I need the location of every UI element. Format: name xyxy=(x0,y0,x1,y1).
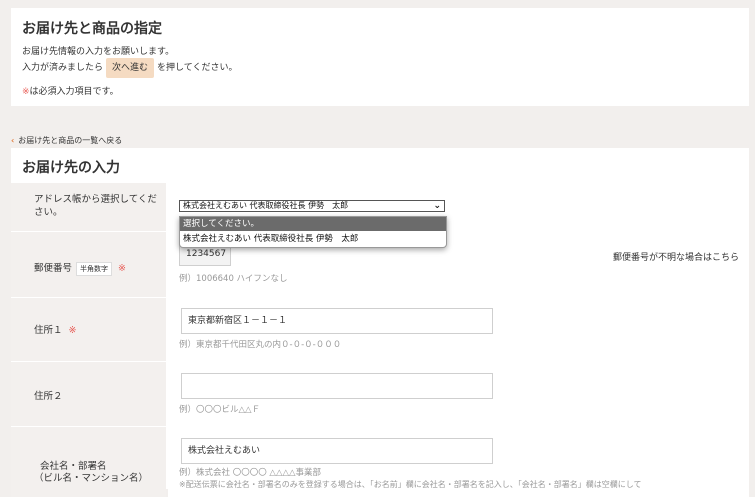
company-input[interactable]: 株式会社えむあい xyxy=(181,438,493,464)
intro-line-2-post: を押してください。 xyxy=(157,63,238,73)
address1-hint: 例）東京都千代田区丸の内０-０-０-０００ xyxy=(179,340,342,350)
required-note-text: は必須入力項目です。 xyxy=(29,87,119,97)
back-link[interactable]: ‹ お届け先と商品の一覧へ戻る xyxy=(11,135,122,146)
chevron-down-icon: ⌄ xyxy=(433,201,441,211)
postal-label: 郵便番号 半角数字 ※ xyxy=(34,260,126,276)
address2-hint: 例）〇〇〇ビル△△Ｆ xyxy=(179,405,261,415)
intro-panel: お届け先と商品の指定 お届け先情報の入力をお願いします。 入力が済みましたら 次へ… xyxy=(11,8,749,106)
address-book-dropdown: 選択してください。 株式会社えむあい 代表取締役社長 伊勢 太郎 xyxy=(179,216,447,248)
address1-required-mark: ※ xyxy=(68,325,77,336)
form-title: お届け先の入力 xyxy=(22,160,120,176)
address2-label-cell: 住所２ xyxy=(11,362,166,427)
dropdown-option-address[interactable]: 株式会社えむあい 代表取締役社長 伊勢 太郎 xyxy=(180,232,446,246)
half-width-digits-tag: 半角数字 xyxy=(76,261,113,276)
company-label: 会社名・部署名 （ビル名・マンション名） xyxy=(34,461,148,485)
back-link-label: お届け先と商品の一覧へ戻る xyxy=(18,136,123,145)
address2-field-cell: 例）〇〇〇ビル△△Ｆ xyxy=(168,362,749,427)
company-note: ※配送伝票に会社名・部署名のみを登録する場合は、「お名前」欄に会社名・部署名を記… xyxy=(179,480,642,489)
postal-hint: 例）1006640 ハイフンなし xyxy=(179,274,288,284)
company-field-cell: 株式会社えむあい 例）株式会社 〇〇〇〇 △△△△事業部 ※配送伝票に会社名・部… xyxy=(168,427,749,497)
page-title: お届け先と商品の指定 xyxy=(22,21,162,37)
company-hint: 例）株式会社 〇〇〇〇 △△△△事業部 xyxy=(179,468,322,478)
address-book-label-cell: アドレス帳から選択してください。 xyxy=(11,183,166,232)
address1-input[interactable]: 東京都新宿区１－１－１ xyxy=(181,308,493,334)
required-mark: ※ xyxy=(22,87,30,97)
intro-line-1: お届け先情報の入力をお願いします。 xyxy=(22,47,175,57)
chevron-left-icon: ‹ xyxy=(11,136,15,145)
intro-line-2: 入力が済みましたら 次へ進む を押してください。 xyxy=(22,58,238,78)
address1-label-text: 住所１ xyxy=(34,325,63,336)
company-row: 会社名・部署名 （ビル名・マンション名） 株式会社えむあい 例）株式会社 〇〇〇〇… xyxy=(11,426,749,497)
postal-unknown-link[interactable]: 郵便番号が不明な場合はこちら xyxy=(613,250,739,263)
company-label-line-2: （ビル名・マンション名） xyxy=(34,473,149,484)
company-label-line-1: 会社名・部署名 xyxy=(40,461,107,472)
address-book-label: アドレス帳から選択してください。 xyxy=(34,194,157,218)
address1-label: 住所１ ※ xyxy=(34,322,76,336)
address2-row: 住所２ 例）〇〇〇ビル△△Ｆ xyxy=(11,361,749,427)
postal-label-text: 郵便番号 xyxy=(34,263,73,274)
next-step-chip: 次へ進む xyxy=(106,58,155,78)
address1-label-cell: 住所１ ※ xyxy=(11,298,166,362)
address2-input[interactable] xyxy=(181,373,493,399)
dropdown-option-placeholder[interactable]: 選択してください。 xyxy=(180,217,446,231)
intro-line-2-pre: 入力が済みましたら xyxy=(22,63,104,73)
address2-label: 住所２ xyxy=(34,391,63,402)
address1-row: 住所１ ※ 東京都新宿区１－１－１ 例）東京都千代田区丸の内０-０-０-０００ xyxy=(11,297,749,362)
postal-label-cell: 郵便番号 半角数字 ※ xyxy=(11,232,166,298)
required-note: ※は必須入力項目です。 xyxy=(22,84,119,97)
address1-field-cell: 東京都新宿区１－１－１ 例）東京都千代田区丸の内０-０-０-０００ xyxy=(168,298,749,362)
address-book-selected: 株式会社えむあい 代表取締役社長 伊勢 太郎 xyxy=(183,201,349,210)
address-book-select[interactable]: 株式会社えむあい 代表取締役社長 伊勢 太郎 ⌄ xyxy=(179,200,445,212)
postal-required-mark: ※ xyxy=(118,263,126,274)
company-label-cell: 会社名・部署名 （ビル名・マンション名） xyxy=(11,427,166,497)
